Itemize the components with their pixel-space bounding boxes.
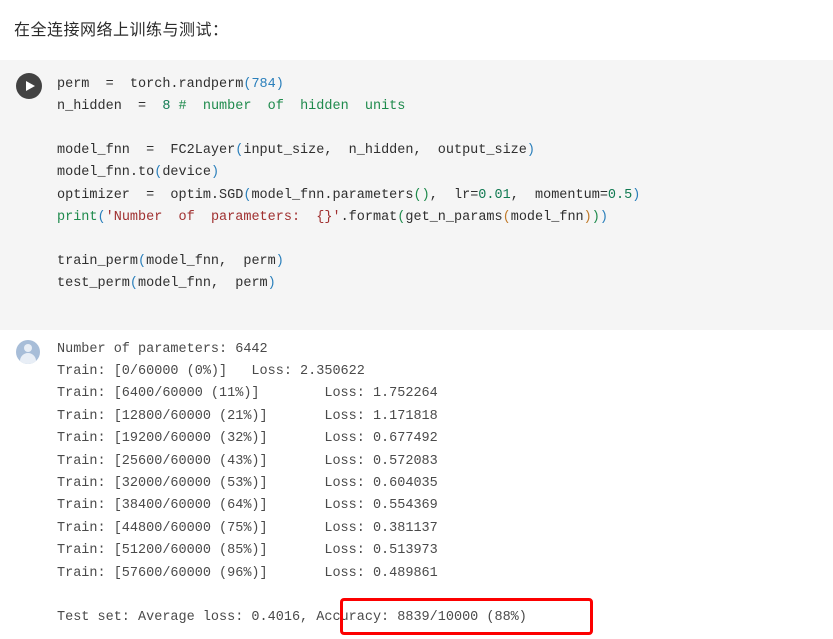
- output-line: Train: [6400/60000 (11%)] Loss: 1.752264: [57, 386, 438, 402]
- code-token: (: [502, 209, 511, 225]
- code-token: model_fnn.parameters: [251, 187, 414, 203]
- code-token: model_fnn: [510, 209, 584, 225]
- code-token: ): [275, 76, 284, 92]
- code-line: train_perm(model_fnn, perm): [57, 251, 823, 273]
- output-line: Train: [38400/60000 (64%)] Loss: 0.55436…: [57, 498, 438, 514]
- code-line: optimizer = optim.SGD(model_fnn.paramete…: [57, 185, 823, 207]
- code-token: (: [129, 276, 139, 292]
- user-avatar-icon: [16, 339, 40, 364]
- code-token: # number of hidden units: [178, 98, 406, 114]
- code-token: ): [583, 209, 592, 225]
- code-editor[interactable]: perm = torch.randperm(784) n_hidden = 8 #…: [57, 74, 833, 296]
- output-line: Train: [12800/60000 (21%)] Loss: 1.17181…: [57, 408, 438, 424]
- code-token: 784: [251, 76, 276, 92]
- code-token: , lr=: [429, 187, 479, 203]
- code-token: optimizer = optim.SGD: [57, 187, 244, 203]
- avatar-body: [20, 353, 36, 364]
- output-line: Train: [0/60000 (0%)] Loss: 2.350622: [57, 363, 365, 379]
- output-line: Train: [32000/60000 (53%)] Loss: 0.60403…: [57, 475, 438, 491]
- code-token: perm = torch.randperm: [57, 76, 244, 92]
- code-cell: perm = torch.randperm(784) n_hidden = 8 #…: [0, 59, 833, 330]
- play-icon[interactable]: [16, 72, 42, 99]
- code-token: input_size, n_hidden, output_size: [243, 143, 527, 159]
- output-line: Train: [51200/60000 (85%)] Loss: 0.51397…: [57, 543, 438, 559]
- code-token: model_fnn = FC2Layer: [57, 143, 236, 159]
- code-token: , momentum=: [510, 187, 608, 203]
- code-token: ): [599, 209, 608, 225]
- code-line: n_hidden = 8 # number of hidden units: [57, 96, 823, 118]
- code-line: perm = torch.randperm(784): [57, 74, 823, 96]
- output-line: Train: [25600/60000 (43%)] Loss: 0.57208…: [57, 453, 438, 469]
- code-token: test_perm: [57, 276, 130, 292]
- output-cell: Number of parameters: 6442 Train: [0/6000…: [0, 329, 833, 639]
- code-token: ): [591, 209, 600, 225]
- code-token: (): [413, 187, 430, 203]
- code-line: print('Number of parameters: {}'.format(…: [57, 207, 823, 229]
- code-token: 0.5: [607, 187, 633, 203]
- code-token: get_n_params: [405, 209, 503, 225]
- code-token: model_fnn, perm: [138, 276, 268, 292]
- code-token: ): [632, 187, 641, 203]
- code-token: print: [57, 209, 98, 225]
- code-token: 'Number of parameters: {}': [105, 209, 341, 225]
- code-token: (: [97, 209, 106, 225]
- code-line: model_fnn.to(device): [57, 162, 823, 184]
- code-token: .format: [340, 209, 398, 225]
- code-line: test_perm(model_fnn, perm): [57, 273, 823, 295]
- code-line: model_fnn = FC2Layer(input_size, n_hidde…: [57, 140, 823, 162]
- code-token: model_fnn.to: [57, 165, 155, 181]
- code-token: 0.01: [478, 187, 511, 203]
- code-token: ): [210, 165, 220, 181]
- play-triangle: [26, 80, 35, 91]
- code-token: (: [138, 254, 147, 270]
- output-line: Number of parameters: 6442: [57, 341, 268, 357]
- code-token: ): [526, 143, 535, 159]
- code-token: ): [267, 276, 276, 292]
- code-token: train_perm: [57, 254, 139, 270]
- output-line: Train: [57600/60000 (96%)] Loss: 0.48986…: [57, 565, 438, 581]
- code-token: ): [275, 254, 284, 270]
- output-line: Train: [19200/60000 (32%)] Loss: 0.67749…: [57, 431, 438, 447]
- output-text: Number of parameters: 6442 Train: [0/6000…: [57, 339, 833, 636]
- page-title: 在全连接网络上训练与测试：: [14, 22, 229, 39]
- output-line: Train: [44800/60000 (75%)] Loss: 0.38113…: [57, 520, 438, 536]
- test-result-line: Test set: Average loss: 0.4016, Accuracy…: [57, 598, 833, 636]
- avatar-head: [24, 343, 32, 352]
- code-token: n_hidden =: [57, 98, 163, 114]
- notebook-page: 在全连接网络上训练与测试： perm = torch.randperm(784)…: [0, 0, 833, 639]
- code-token: model_fnn, perm: [146, 254, 276, 270]
- code-token: device: [162, 165, 211, 181]
